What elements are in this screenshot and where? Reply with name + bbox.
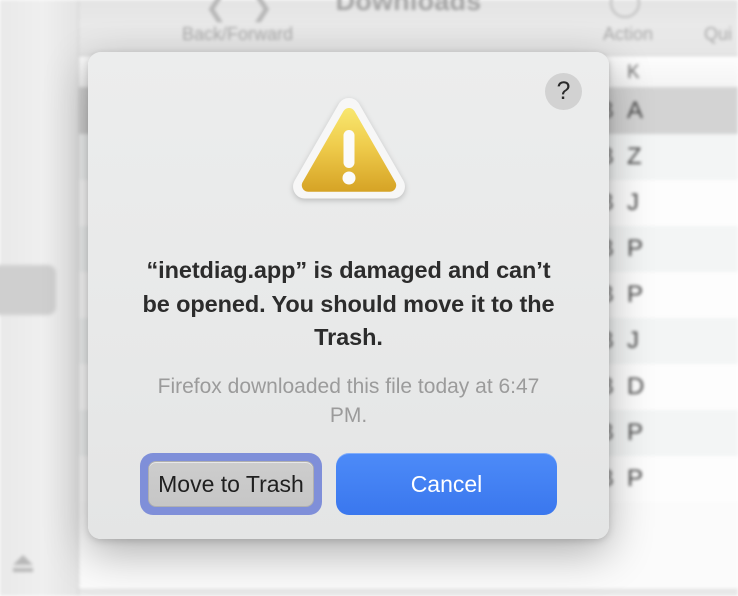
dialog-button-row: Move to Trash Cancel xyxy=(88,453,609,515)
finder-toolbar: Downloads ❮ ❯ Back/Forward Action Qui xyxy=(79,0,738,56)
screen: Downloads ❮ ❯ Back/Forward Action Qui K … xyxy=(0,0,738,596)
finder-sidebar xyxy=(0,0,78,596)
file-kind: Z xyxy=(627,143,642,170)
back-chevron-icon[interactable]: ❮ xyxy=(205,0,227,23)
file-kind: P xyxy=(627,235,644,262)
eject-icon[interactable] xyxy=(10,552,36,574)
file-kind: D xyxy=(627,373,645,400)
move-to-trash-button[interactable]: Move to Trash xyxy=(148,461,314,507)
move-to-trash-focus-ring: Move to Trash xyxy=(140,453,322,515)
back-forward-label: Back/Forward xyxy=(182,24,294,44)
sidebar-selected-item[interactable] xyxy=(0,265,56,315)
alert-dialog: ? “inetdiag.app” is damaged and can’t be… xyxy=(88,52,609,539)
file-kind: P xyxy=(627,419,644,446)
file-kind: J xyxy=(627,327,639,354)
cancel-button[interactable]: Cancel xyxy=(336,453,557,515)
forward-chevron-icon[interactable]: ❯ xyxy=(251,0,273,23)
file-kind: J xyxy=(627,189,639,216)
file-kind: P xyxy=(627,465,644,492)
action-label: Action xyxy=(603,24,654,44)
file-kind: A xyxy=(627,97,644,124)
dialog-subtext: Firefox downloaded this file today at 6:… xyxy=(157,375,540,428)
column-header-kind[interactable]: K xyxy=(627,62,640,84)
finder-status-bar xyxy=(79,589,738,596)
file-kind: P xyxy=(627,281,644,308)
warning-triangle-icon xyxy=(88,94,609,202)
quicklook-label: Qui xyxy=(704,24,733,44)
dialog-message: “inetdiag.app” is damaged and can’t be o… xyxy=(142,257,555,351)
